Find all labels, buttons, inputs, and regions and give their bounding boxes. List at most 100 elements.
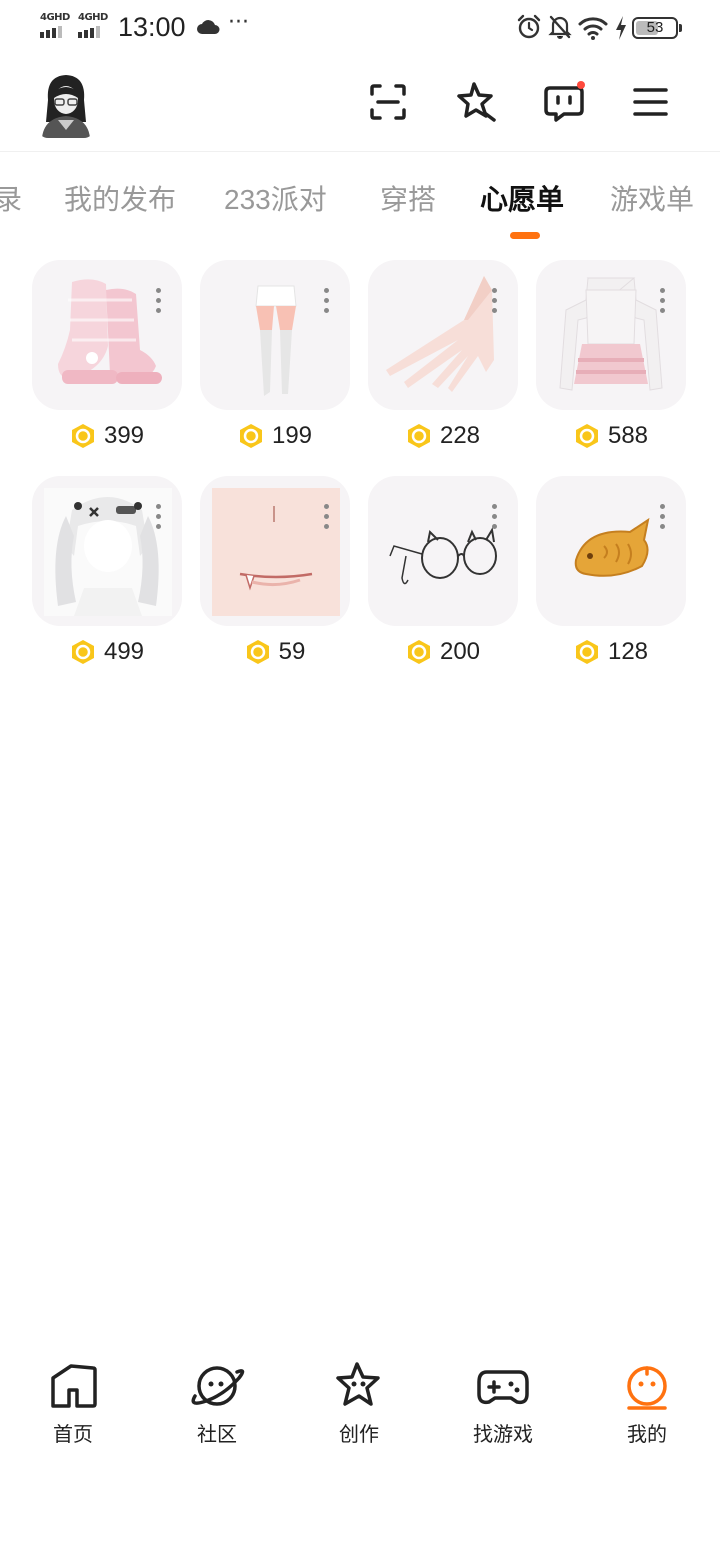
gloves-image xyxy=(386,276,494,392)
wifi-icon xyxy=(578,17,608,40)
coin-icon xyxy=(407,640,430,664)
menu-icon[interactable] xyxy=(630,80,674,124)
battery-icon: 53 xyxy=(632,17,682,39)
item-price: 228 xyxy=(368,422,518,450)
charging-icon xyxy=(616,16,626,40)
nav-community[interactable]: 社区 xyxy=(162,1360,272,1447)
more-options-icon[interactable] xyxy=(156,504,162,530)
item-price: 199 xyxy=(200,422,350,450)
price-value: 199 xyxy=(271,422,313,449)
nav-home-label: 首页 xyxy=(53,1422,93,1446)
top-header xyxy=(0,60,720,152)
nav-find-games-label: 找游戏 xyxy=(473,1422,533,1446)
nav-home[interactable]: 首页 xyxy=(18,1360,128,1447)
nav-create[interactable]: 创作 xyxy=(304,1360,414,1447)
wishlist-item[interactable]: 399 xyxy=(32,258,184,458)
status-bar: 4GHD 4GHD 13:00 ··· 53 xyxy=(0,0,720,56)
dress-image xyxy=(559,277,663,391)
bell-muted-icon xyxy=(548,15,572,39)
item-thumbnail[interactable] xyxy=(200,260,350,410)
battery-level: 53 xyxy=(646,19,664,36)
coin-icon xyxy=(575,640,598,664)
item-thumbnail[interactable] xyxy=(32,260,182,410)
glasses-image xyxy=(389,527,497,585)
star-icon[interactable] xyxy=(454,80,498,124)
signal-4g-icon-1: 4GHD xyxy=(40,12,74,40)
create-star-icon xyxy=(336,1362,380,1406)
home-icon xyxy=(51,1364,97,1408)
more-options-icon[interactable] xyxy=(156,288,162,314)
price-value: 228 xyxy=(439,422,481,449)
item-thumbnail[interactable] xyxy=(368,476,518,626)
tab-records[interactable]: 录 xyxy=(0,178,22,218)
tab-my-posts[interactable]: 我的发布 xyxy=(64,178,176,218)
more-options-icon[interactable] xyxy=(660,504,666,530)
tab-wishlist[interactable]: 心愿单 xyxy=(480,178,564,218)
item-thumbnail[interactable] xyxy=(32,476,182,626)
item-price: 499 xyxy=(32,638,182,666)
wishlist-item[interactable]: 588 xyxy=(536,258,688,458)
tab-game-list[interactable]: 游戏单 xyxy=(610,178,694,218)
mouth-image xyxy=(212,488,340,616)
item-thumbnail[interactable] xyxy=(368,260,518,410)
alarm-icon xyxy=(517,14,541,39)
wishlist-item[interactable]: 228 xyxy=(368,258,520,458)
unread-dot xyxy=(577,81,585,89)
boots-image xyxy=(58,279,162,384)
profile-icon xyxy=(627,1366,667,1410)
scan-icon[interactable] xyxy=(366,80,410,124)
coin-icon xyxy=(246,640,269,664)
clock: 13:00 xyxy=(118,12,186,42)
price-value: 200 xyxy=(439,638,481,665)
signal-label-2: 4GHD xyxy=(78,12,108,23)
wishlist-item[interactable]: 499 xyxy=(32,474,184,674)
item-price: 399 xyxy=(32,422,182,450)
active-tab-indicator xyxy=(510,232,540,239)
nav-community-label: 社区 xyxy=(197,1422,237,1446)
item-thumbnail[interactable] xyxy=(536,260,686,410)
nav-create-label: 创作 xyxy=(339,1422,379,1446)
avatar[interactable] xyxy=(38,70,94,138)
signal-4g-icon-2: 4GHD xyxy=(78,12,112,40)
nav-profile-label: 我的 xyxy=(627,1422,667,1446)
planet-icon xyxy=(191,1366,245,1406)
price-value: 499 xyxy=(103,638,145,665)
stockings-image xyxy=(255,285,297,396)
wishlist-item[interactable]: 199 xyxy=(200,258,352,458)
profile-tabs: 录 我的发布 233派对 穿搭 心愿单 游戏单 xyxy=(0,160,720,240)
more-options-icon[interactable] xyxy=(324,288,330,314)
message-icon[interactable] xyxy=(542,80,586,124)
cloud-icon xyxy=(197,20,220,34)
signal-label-1: 4GHD xyxy=(40,12,70,23)
tab-233-party[interactable]: 233派对 xyxy=(224,178,327,218)
gamepad-icon xyxy=(477,1370,529,1405)
wishlist-item[interactable]: 200 xyxy=(368,474,520,674)
item-price: 200 xyxy=(368,638,518,666)
more-options-icon[interactable] xyxy=(324,504,330,530)
item-price: 59 xyxy=(200,638,350,666)
avatar-image xyxy=(42,75,90,138)
price-value: 588 xyxy=(607,422,649,449)
item-thumbnail[interactable] xyxy=(200,476,350,626)
nav-find-games[interactable]: 找游戏 xyxy=(448,1360,558,1447)
price-value: 399 xyxy=(103,422,145,449)
coin-icon xyxy=(71,640,94,664)
more-options-icon[interactable] xyxy=(660,288,666,314)
coin-icon xyxy=(71,424,94,448)
hair-image xyxy=(44,488,172,616)
coin-icon xyxy=(239,424,262,448)
tab-outfits[interactable]: 穿搭 xyxy=(380,178,436,218)
wishlist-item[interactable]: 59 xyxy=(200,474,352,674)
item-price: 588 xyxy=(536,422,686,450)
nav-profile[interactable]: 我的 xyxy=(592,1360,702,1447)
taiyaki-image xyxy=(574,517,650,577)
item-price: 128 xyxy=(536,638,686,666)
wishlist-item[interactable]: 128 xyxy=(536,474,688,674)
more-options-icon[interactable] xyxy=(492,288,498,314)
item-thumbnail[interactable] xyxy=(536,476,686,626)
bottom-navigation: 首页 社区 创作 找游戏 我的 xyxy=(0,1350,720,1460)
coin-icon xyxy=(575,424,598,448)
price-value: 59 xyxy=(278,638,306,665)
more-status-icon: ··· xyxy=(228,10,249,35)
more-options-icon[interactable] xyxy=(492,504,498,530)
